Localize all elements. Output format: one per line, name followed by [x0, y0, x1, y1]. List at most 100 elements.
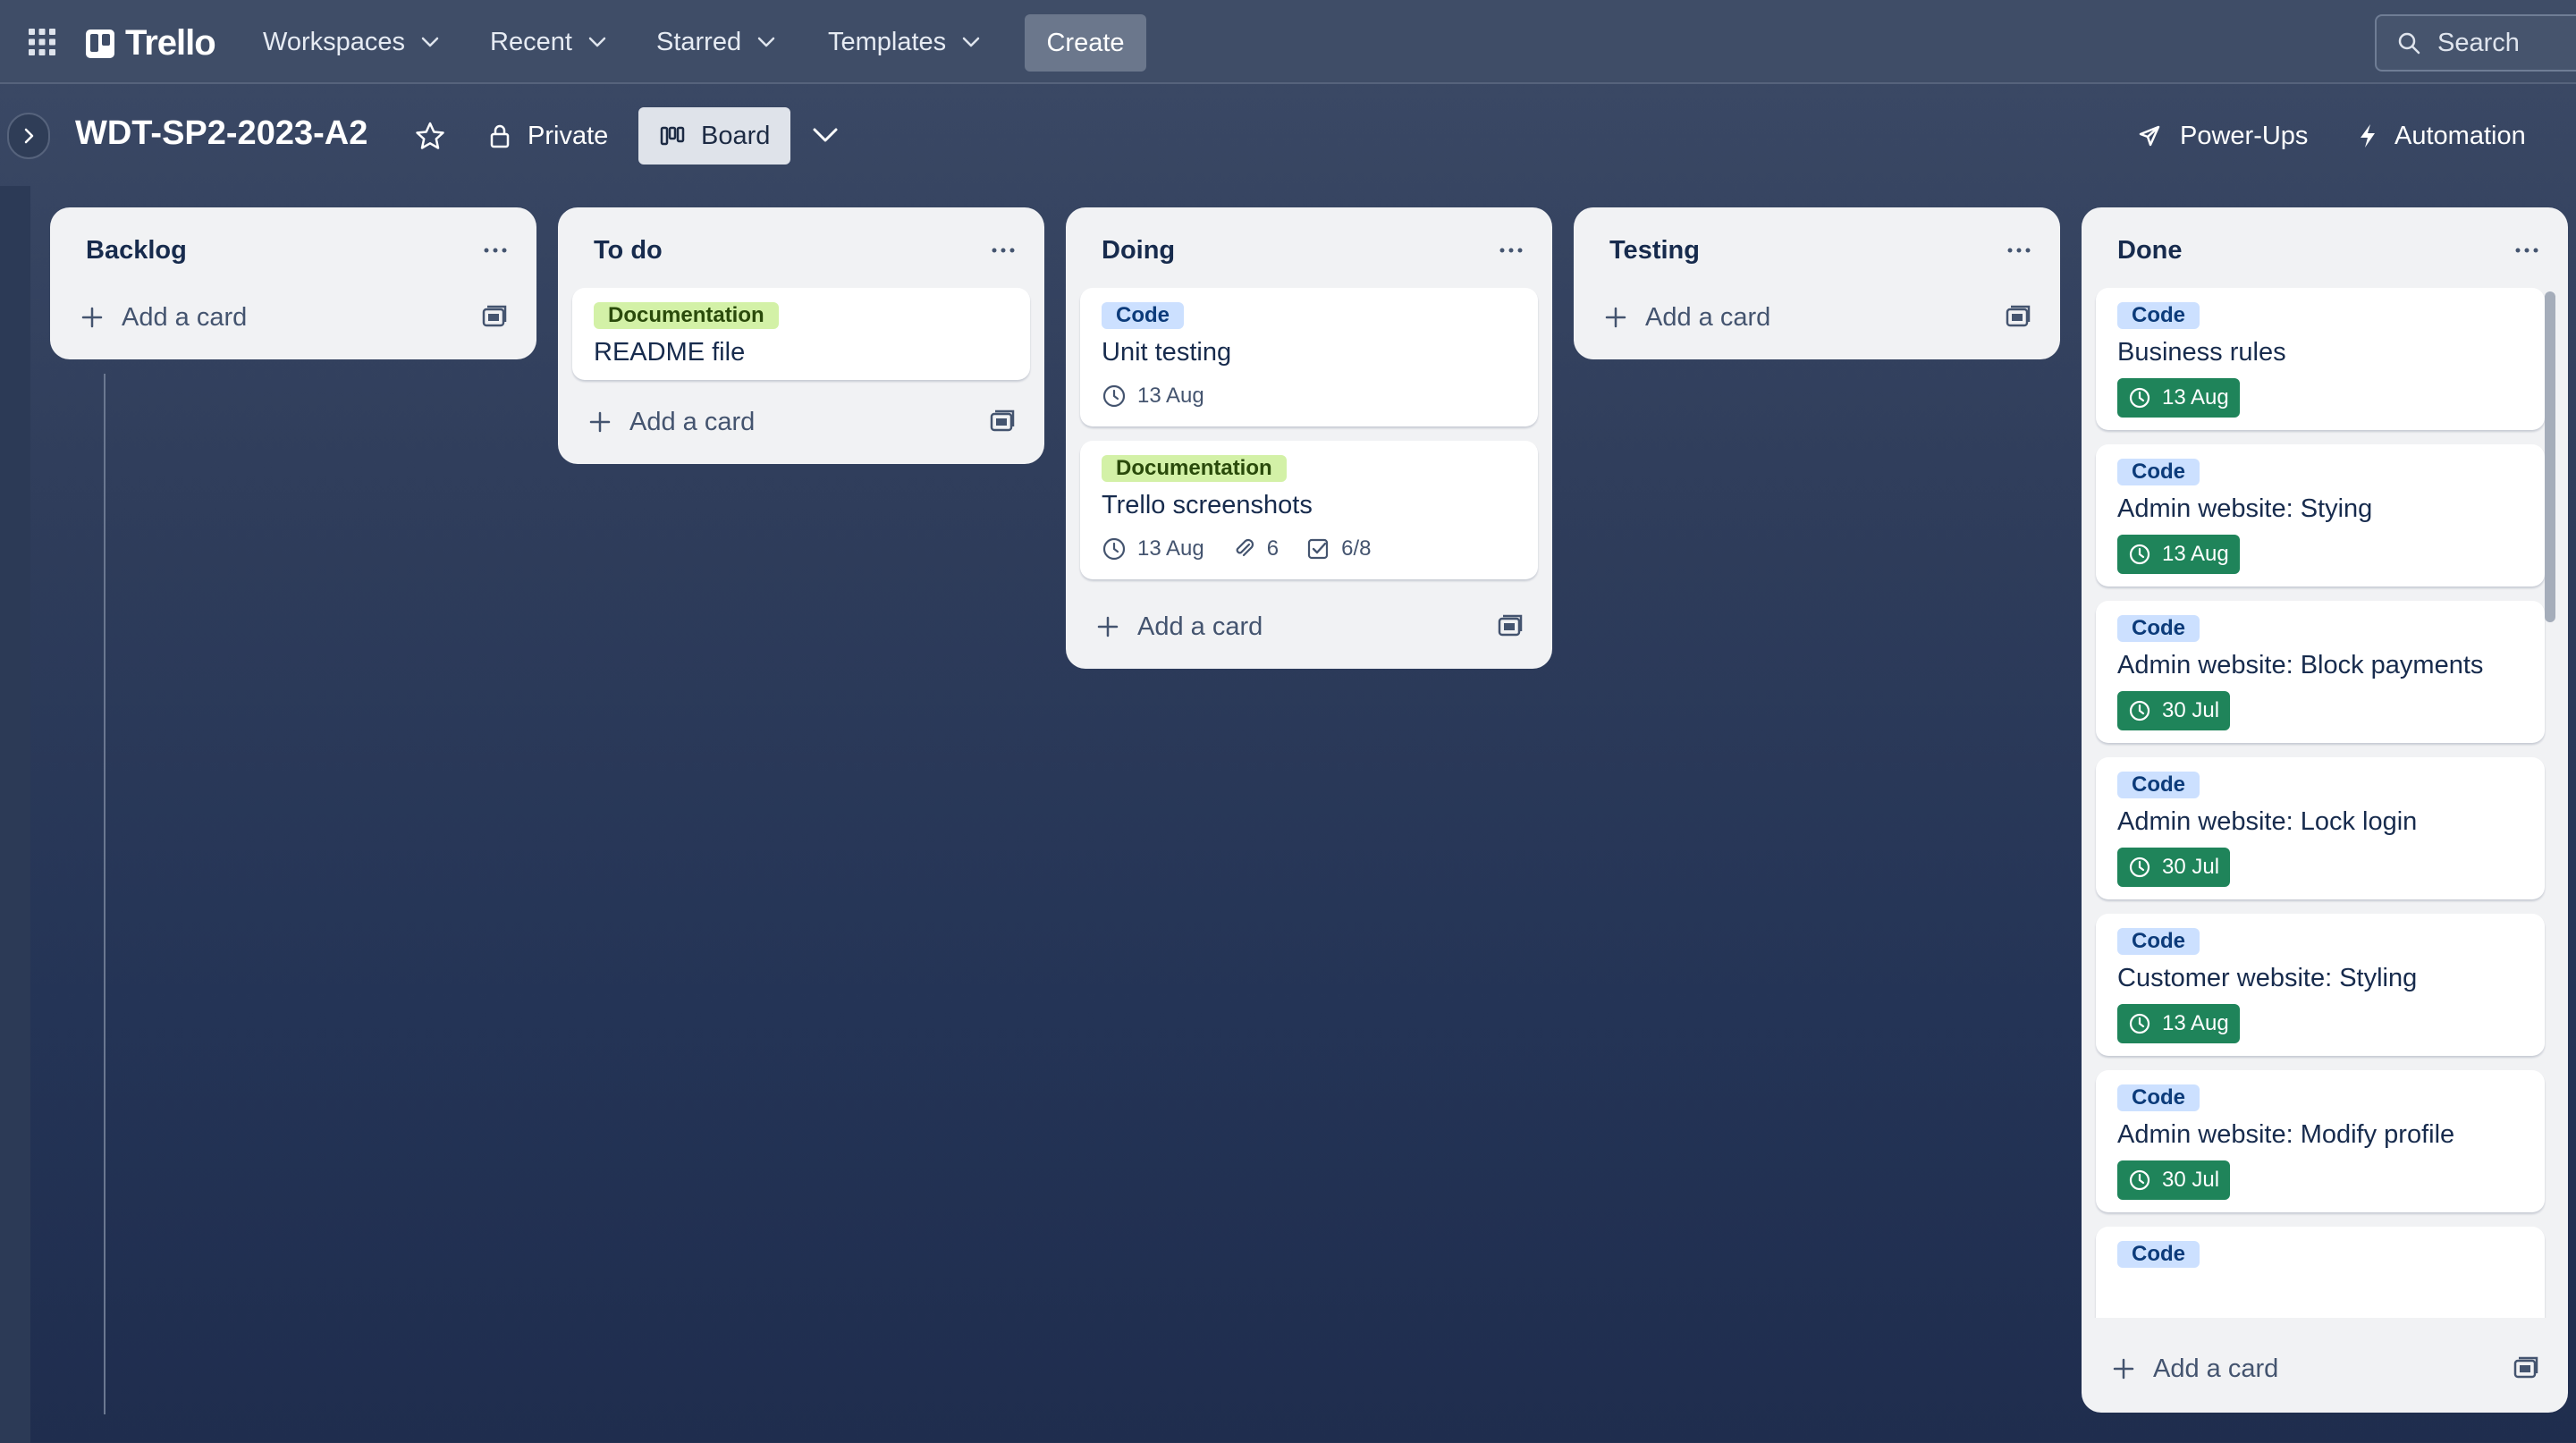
card-template-icon[interactable] — [1497, 613, 1524, 640]
card-title: Customer website: Styling — [2117, 964, 2418, 992]
list-title[interactable]: Testing — [1609, 236, 1700, 266]
templates-menu[interactable]: Templates — [814, 20, 996, 64]
star-icon[interactable] — [413, 120, 447, 154]
workspaces-menu[interactable]: Workspaces — [249, 20, 455, 64]
card-template-icon[interactable] — [989, 409, 1016, 435]
card-badges: 13 Aug — [1102, 378, 1516, 414]
label-code: Code — [2117, 459, 2200, 485]
card-list: Code Business rules 13 Aug Code Admin we… — [2082, 288, 2568, 1318]
board-view-tab[interactable]: Board — [638, 107, 790, 165]
more-options-icon[interactable] — [2511, 240, 2543, 261]
visibility-button[interactable]: Private — [488, 116, 608, 156]
board-header: WDT-SP2-2023-A2 Private Board Power-Ups … — [0, 86, 2576, 186]
list-testing: Testing Add a card — [1574, 207, 2060, 359]
lock-icon — [490, 124, 510, 148]
card[interactable]: Code Business rules 13 Aug — [2096, 288, 2545, 430]
card-title: Admin website: Stying — [2117, 494, 2373, 523]
card-title: Trello screenshots — [1102, 491, 1313, 519]
chevron-down-icon[interactable] — [810, 122, 840, 148]
more-options-icon[interactable] — [479, 240, 511, 261]
list-backlog: Backlog Add a card — [50, 207, 536, 359]
card[interactable]: Code Admin website: Lock login 30 Jul — [2096, 757, 2545, 899]
due-date-badge[interactable]: 13 Aug — [1102, 536, 1204, 561]
card-list: Documentation README file — [558, 288, 1044, 380]
due-date-complete-badge[interactable]: 13 Aug — [2117, 535, 2240, 574]
create-button[interactable]: Create — [1025, 14, 1146, 72]
due-date-complete-badge[interactable]: 30 Jul — [2117, 1160, 2231, 1200]
list-scrollbar[interactable] — [2545, 291, 2555, 622]
card-title: Unit testing — [1102, 338, 1232, 367]
due-date-complete-badge[interactable]: 30 Jul — [2117, 848, 2231, 887]
list-title[interactable]: Backlog — [86, 236, 187, 266]
clock-icon — [2129, 387, 2150, 409]
label-code: Code — [2117, 615, 2200, 642]
automation-label: Automation — [2394, 121, 2526, 150]
card-list-scroll[interactable]: Code Business rules 13 Aug Code Admin we… — [2082, 288, 2568, 1318]
app-switcher-icon[interactable] — [27, 27, 57, 57]
chevron-right-icon — [24, 128, 34, 144]
card[interactable]: Code Admin website: Block payments 30 Ju… — [2096, 601, 2545, 743]
more-options-icon[interactable] — [2003, 240, 2035, 261]
due-date-complete-badge[interactable]: 13 Aug — [2117, 378, 2240, 418]
card-title: README file — [594, 338, 746, 367]
trello-logo-icon — [86, 29, 114, 58]
paperclip-icon — [1236, 538, 1254, 557]
starred-label: Starred — [656, 27, 742, 56]
power-ups-button[interactable]: Power-Ups — [2137, 116, 2308, 156]
due-date-text: 30 Jul — [2162, 855, 2220, 879]
trello-logo[interactable]: Trello — [86, 23, 216, 63]
automation-button[interactable]: Automation — [2357, 116, 2526, 156]
due-date-text: 13 Aug — [1137, 536, 1204, 561]
more-options-icon[interactable] — [1495, 240, 1527, 261]
search-icon — [2398, 32, 2420, 55]
list-header: Done — [2082, 207, 2568, 291]
label-code: Code — [2117, 1084, 2200, 1111]
card[interactable]: Documentation Trello screenshots 13 Aug … — [1080, 441, 1538, 579]
board-view-label: Board — [701, 121, 771, 150]
due-date-complete-badge[interactable]: 30 Jul — [2117, 691, 2231, 730]
due-date-text: 30 Jul — [2162, 1168, 2220, 1192]
card-template-icon[interactable] — [481, 304, 508, 331]
add-card-button[interactable]: Add a card — [1066, 585, 1552, 669]
card[interactable]: Code Unit testing 13 Aug — [1080, 288, 1538, 426]
expand-sidebar-button[interactable] — [7, 113, 50, 159]
add-card-button[interactable]: Add a card — [1574, 275, 2060, 359]
more-options-icon[interactable] — [987, 240, 1019, 261]
add-card-button[interactable]: Add a card — [2082, 1327, 2568, 1411]
due-date-text: 13 Aug — [2162, 385, 2229, 409]
card[interactable]: Documentation README file — [572, 288, 1030, 380]
attachments-badge: 6 — [1231, 536, 1279, 561]
card-title: Admin website: Lock login — [2117, 807, 2418, 836]
card[interactable]: Code Customer website: Styling 13 Aug — [2096, 914, 2545, 1056]
card-template-icon[interactable] — [2513, 1355, 2539, 1382]
list-done: Done Code Business rules 13 Aug Code Adm… — [2082, 207, 2568, 1413]
add-card-label: Add a card — [629, 407, 756, 436]
list-header: Doing — [1066, 207, 1552, 291]
brand-name: Trello — [125, 23, 216, 63]
card-list: Code Unit testing 13 Aug Documentation T… — [1066, 288, 1552, 579]
list-title[interactable]: Doing — [1102, 236, 1175, 266]
list-title[interactable]: To do — [594, 236, 663, 266]
card[interactable]: Code Admin website: Modify profile 30 Ju… — [2096, 1070, 2545, 1212]
recent-menu[interactable]: Recent — [476, 20, 622, 64]
checklist-icon — [1308, 538, 1329, 560]
search-input[interactable]: Search — [2375, 14, 2576, 72]
board-title[interactable]: WDT-SP2-2023-A2 — [75, 114, 367, 153]
due-date-text: 13 Aug — [2162, 542, 2229, 566]
chevron-down-icon — [757, 37, 775, 47]
due-date-badge[interactable]: 13 Aug — [1102, 384, 1204, 409]
chevron-down-icon — [421, 37, 439, 47]
card-template-icon[interactable] — [2005, 304, 2031, 331]
starred-menu[interactable]: Starred — [642, 20, 791, 64]
due-date-complete-badge[interactable]: 13 Aug — [2117, 1004, 2240, 1043]
card[interactable]: Code Admin website: Stying 13 Aug — [2096, 444, 2545, 586]
attachments-count: 6 — [1266, 536, 1280, 561]
card[interactable]: Code — [2096, 1227, 2545, 1318]
power-ups-label: Power-Ups — [2180, 121, 2309, 150]
card-title: Business rules — [2117, 338, 2286, 367]
add-card-button[interactable]: Add a card — [50, 275, 536, 359]
add-card-label: Add a card — [1137, 612, 1263, 641]
label-code: Code — [2117, 1241, 2200, 1268]
list-title[interactable]: Done — [2117, 236, 2183, 266]
add-card-button[interactable]: Add a card — [558, 380, 1044, 464]
